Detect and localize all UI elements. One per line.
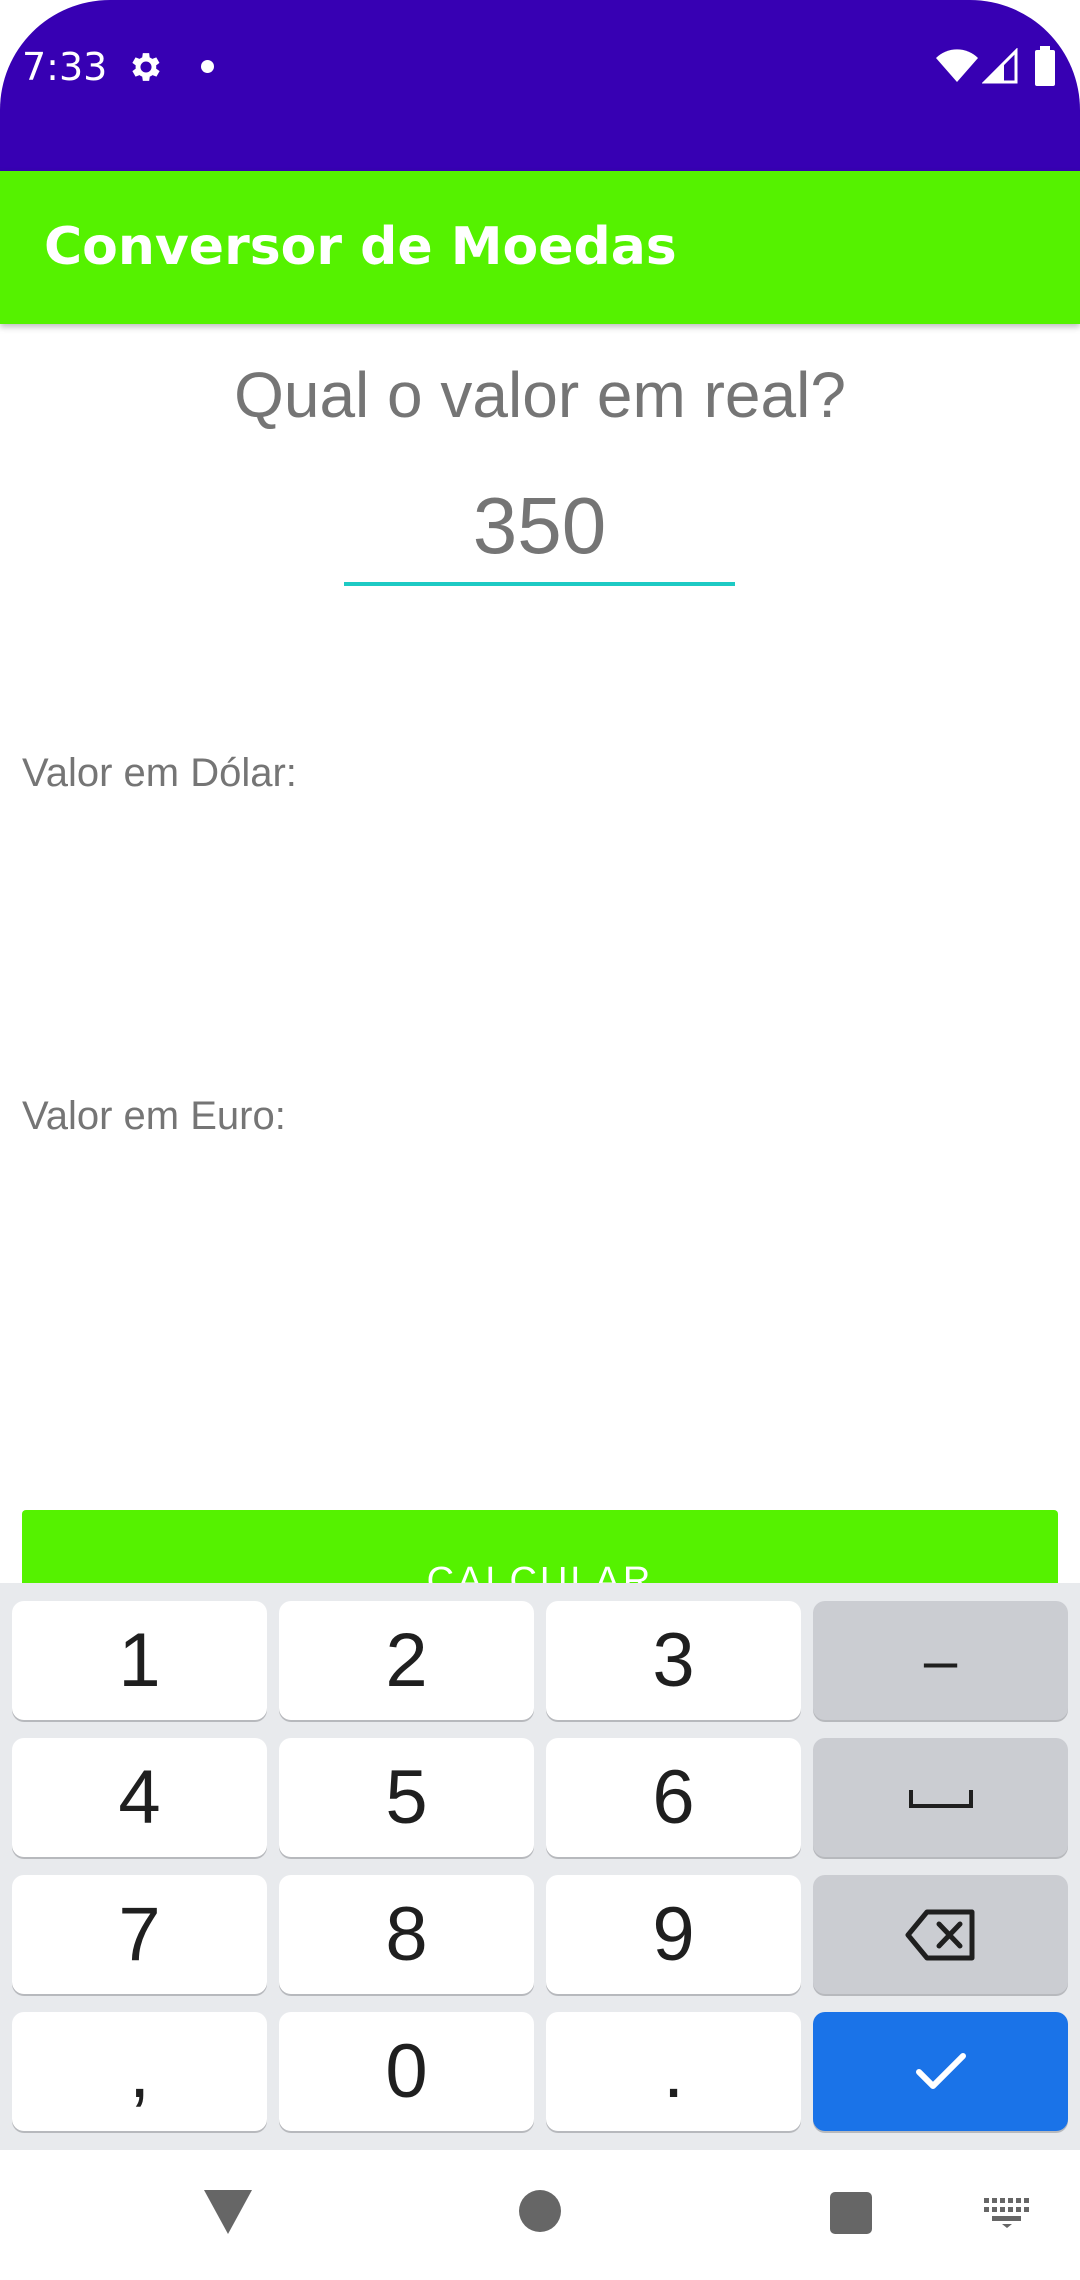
key-minus-label: – <box>923 1626 958 1694</box>
key-2-label: 2 <box>385 1617 428 1703</box>
navigation-bar <box>0 2150 1080 2280</box>
euro-result-label: Valor em Euro: <box>22 1094 286 1138</box>
key-3-label: 3 <box>652 1617 695 1703</box>
key-1-label: 1 <box>118 1617 161 1703</box>
key-5-label: 5 <box>385 1754 428 1840</box>
key-period[interactable]: . <box>546 2012 801 2131</box>
key-backspace[interactable] <box>813 1875 1068 1994</box>
signal-icon <box>982 48 1018 84</box>
real-value-field <box>344 470 735 588</box>
backspace-icon <box>905 1909 974 1960</box>
home-icon[interactable] <box>519 2190 561 2232</box>
key-0[interactable]: 0 <box>279 2012 534 2131</box>
key-9-label: 9 <box>652 1891 695 1977</box>
key-space[interactable] <box>813 1738 1068 1857</box>
keyboard-switch-icon[interactable] <box>984 2198 1030 2228</box>
key-period-label: . <box>662 2028 685 2114</box>
key-4-label: 4 <box>118 1754 161 1840</box>
key-1[interactable]: 1 <box>12 1601 267 1720</box>
app-bar: Conversor de Moedas <box>0 171 1080 324</box>
key-comma-label: , <box>128 2028 151 2114</box>
key-7[interactable]: 7 <box>12 1875 267 1994</box>
screen: 7:33 Conversor de Moedas Qual o valor em… <box>0 0 1080 2280</box>
key-4[interactable]: 4 <box>12 1738 267 1857</box>
notification-dot-icon <box>201 60 214 73</box>
key-8-label: 8 <box>385 1891 428 1977</box>
key-2[interactable]: 2 <box>279 1601 534 1720</box>
checkmark-icon <box>915 2052 966 2089</box>
key-7-label: 7 <box>118 1891 161 1977</box>
question-label: Qual o valor em real? <box>234 359 846 431</box>
numeric-keyboard: 1 2 3 – 4 5 6 7 8 9 , 0 . <box>0 1583 1080 2150</box>
gear-icon <box>132 53 160 81</box>
space-icon <box>908 1789 973 1808</box>
key-6[interactable]: 6 <box>546 1738 801 1857</box>
key-3[interactable]: 3 <box>546 1601 801 1720</box>
back-icon[interactable] <box>204 2190 252 2234</box>
real-value-input[interactable] <box>344 470 735 586</box>
key-6-label: 6 <box>652 1754 695 1840</box>
key-8[interactable]: 8 <box>279 1875 534 1994</box>
key-minus[interactable]: – <box>813 1601 1068 1720</box>
key-0-label: 0 <box>385 2028 428 2114</box>
wifi-icon <box>936 49 978 82</box>
status-bar: 7:33 <box>0 0 1080 171</box>
key-done[interactable] <box>813 2012 1068 2131</box>
key-5[interactable]: 5 <box>279 1738 534 1857</box>
battery-icon <box>1035 46 1055 86</box>
key-9[interactable]: 9 <box>546 1875 801 1994</box>
recents-icon[interactable] <box>830 2192 872 2234</box>
status-time: 7:33 <box>22 45 108 89</box>
dolar-result-label: Valor em Dólar: <box>22 751 297 795</box>
key-comma[interactable]: , <box>12 2012 267 2131</box>
app-title: Conversor de Moedas <box>44 217 677 277</box>
